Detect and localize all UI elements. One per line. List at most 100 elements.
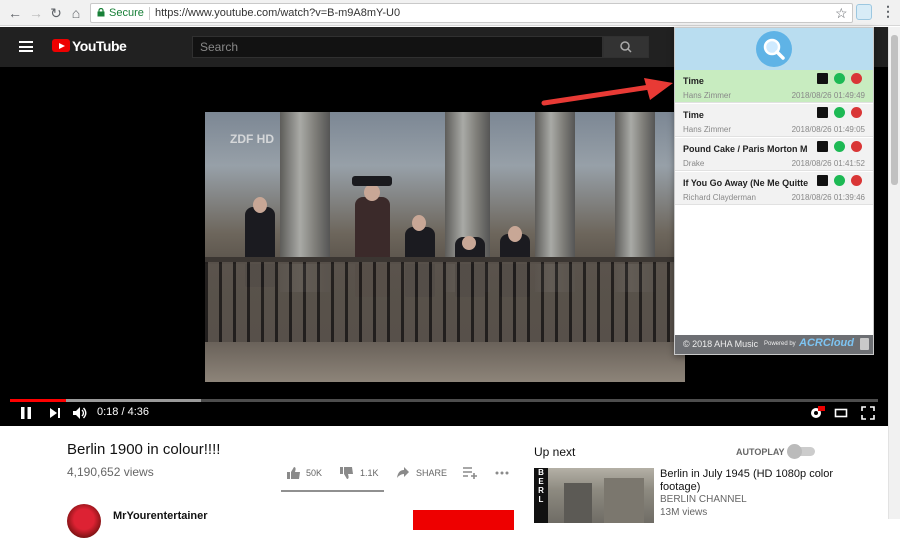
recommended-views: 13M views [660,507,708,518]
recognize-search-icon[interactable] [754,30,794,68]
aha-music-popup: Time Hans Zimmer 2018/08/26 01:49:49 Time Ha… [674,27,874,355]
copyright-text: © 2018 AHA Music [683,339,759,349]
history-row[interactable]: If You Go Away (Ne Me Quitte Richard Clay… [675,172,873,205]
hamburger-menu-icon[interactable] [19,41,33,52]
back-arrow-icon[interactable]: ← [7,5,23,21]
lock-icon [97,8,105,17]
youtube-play-icon[interactable] [851,73,862,84]
annotation-arrow [541,78,673,106]
thumbnail-title-strip: B E R L [534,468,548,523]
person-head [364,184,380,201]
dislike-thumb-icon[interactable] [339,466,355,480]
time-display: 0:18 / 4:36 [97,406,149,418]
reload-icon[interactable]: ↻ [48,5,64,21]
trash-icon[interactable] [860,338,869,350]
video-frame[interactable]: ZDF HD [205,112,685,382]
recommended-thumbnail[interactable]: B E R L [534,468,654,523]
song-title: Time [683,110,704,120]
acrcloud-logo[interactable]: ACRCloud [799,337,854,349]
song-title: If You Go Away (Ne Me Quitte [683,178,809,188]
person-head [462,236,476,250]
person-head [253,197,267,213]
scrollbar-thumb[interactable] [891,35,898,185]
volume-icon[interactable] [72,406,88,420]
aha-music-extension-icon[interactable] [856,4,872,20]
theater-mode-icon[interactable] [834,406,848,420]
secure-label: Secure [109,7,144,19]
youtube-logo-icon[interactable] [52,39,70,52]
progress-fill [10,399,67,402]
recommended-channel[interactable]: BERLIN CHANNEL [660,494,747,505]
browser-menu-icon[interactable]: ⋮ [881,3,895,20]
fullscreen-icon[interactable] [861,406,875,420]
view-count: 4,190,652 views [67,465,154,479]
song-title: Pound Cake / Paris Morton M [683,144,808,154]
address-bar[interactable]: Secure https://www.youtube.com/watch?v=B… [90,3,853,23]
recommended-title[interactable]: Berlin in July 1945 (HD 1080p color foot… [660,468,860,494]
settings-gear-icon[interactable] [809,406,825,420]
like-thumb-icon[interactable] [286,466,302,480]
thumbnail-letter: E [538,477,544,486]
thumbnail-figure [564,483,592,523]
browser-toolbar: ← → ↻ ⌂ Secure https://www.youtube.com/w… [0,0,900,26]
person-head [412,215,426,231]
history-row[interactable]: Time Hans Zimmer 2018/08/26 01:49:05 [675,104,873,137]
youtube-play-icon[interactable] [851,141,862,152]
channel-avatar[interactable] [67,504,101,538]
address-separator [149,7,150,20]
hat [352,176,392,186]
thumbnail-letter: B [538,468,544,477]
search-button[interactable] [603,36,649,58]
thumbnail-figure [604,478,644,523]
spotify-icon[interactable] [834,107,845,118]
youtube-play-icon[interactable] [851,107,862,118]
url-text[interactable]: https://www.youtube.com/watch?v=B-m9A8mY… [155,7,400,19]
youtube-brand[interactable]: YouTube [72,38,127,54]
song-artist: Richard Clayderman [683,193,756,202]
dislike-count[interactable]: 1.1K [360,468,379,478]
page-scrollbar[interactable] [888,27,900,519]
thumbnail-letter: R [538,486,544,495]
subscribe-button[interactable] [413,510,514,530]
song-artist: Drake [683,159,705,168]
powered-by-label: Powered by [764,341,796,347]
recognized-time: 2018/08/26 01:49:05 [791,125,865,134]
recognized-time: 2018/08/26 01:49:49 [791,91,865,100]
share-arrow-icon[interactable] [396,466,410,480]
channel-name[interactable]: MrYourentertainer [113,510,208,522]
spotify-icon[interactable] [834,73,845,84]
history-row[interactable]: Time Hans Zimmer 2018/08/26 01:49:49 [675,70,873,103]
popup-footer: © 2018 AHA Music Powered by ACRCloud [675,335,873,354]
add-to-playlist-icon[interactable] [462,466,478,480]
history-row[interactable]: Pound Cake / Paris Morton M Drake 2018/08/… [675,138,873,171]
like-count[interactable]: 50K [306,468,322,478]
next-icon[interactable] [48,406,62,420]
song-artist: Hans Zimmer [683,91,732,100]
progress-bar[interactable] [10,399,878,402]
pause-icon[interactable] [19,406,33,420]
song-artist: Hans Zimmer [683,125,732,134]
spotify-icon[interactable] [834,141,845,152]
bookmark-star-icon[interactable]: ☆ [835,5,848,22]
deezer-icon[interactable] [817,141,828,152]
youtube-play-icon[interactable] [851,175,862,186]
up-next-heading: Up next [534,445,576,459]
autoplay-toggle[interactable] [787,444,815,459]
home-icon[interactable]: ⌂ [68,5,84,21]
forward-arrow-icon[interactable]: → [28,5,44,21]
deezer-icon[interactable] [817,73,828,84]
deezer-icon[interactable] [817,107,828,118]
search-icon [620,41,632,53]
balcony-railing [205,262,685,342]
recognized-time: 2018/08/26 01:41:52 [791,159,865,168]
song-title: Time [683,76,704,86]
autoplay-label: AUTOPLAY [736,447,785,457]
thumbnail-letter: L [538,495,544,504]
deezer-icon[interactable] [817,175,828,186]
popup-header [675,28,873,70]
balcony-base [205,342,685,382]
share-label[interactable]: SHARE [416,468,447,478]
spotify-icon[interactable] [834,175,845,186]
more-actions-icon[interactable] [495,470,509,476]
search-input[interactable]: Search [192,36,603,58]
